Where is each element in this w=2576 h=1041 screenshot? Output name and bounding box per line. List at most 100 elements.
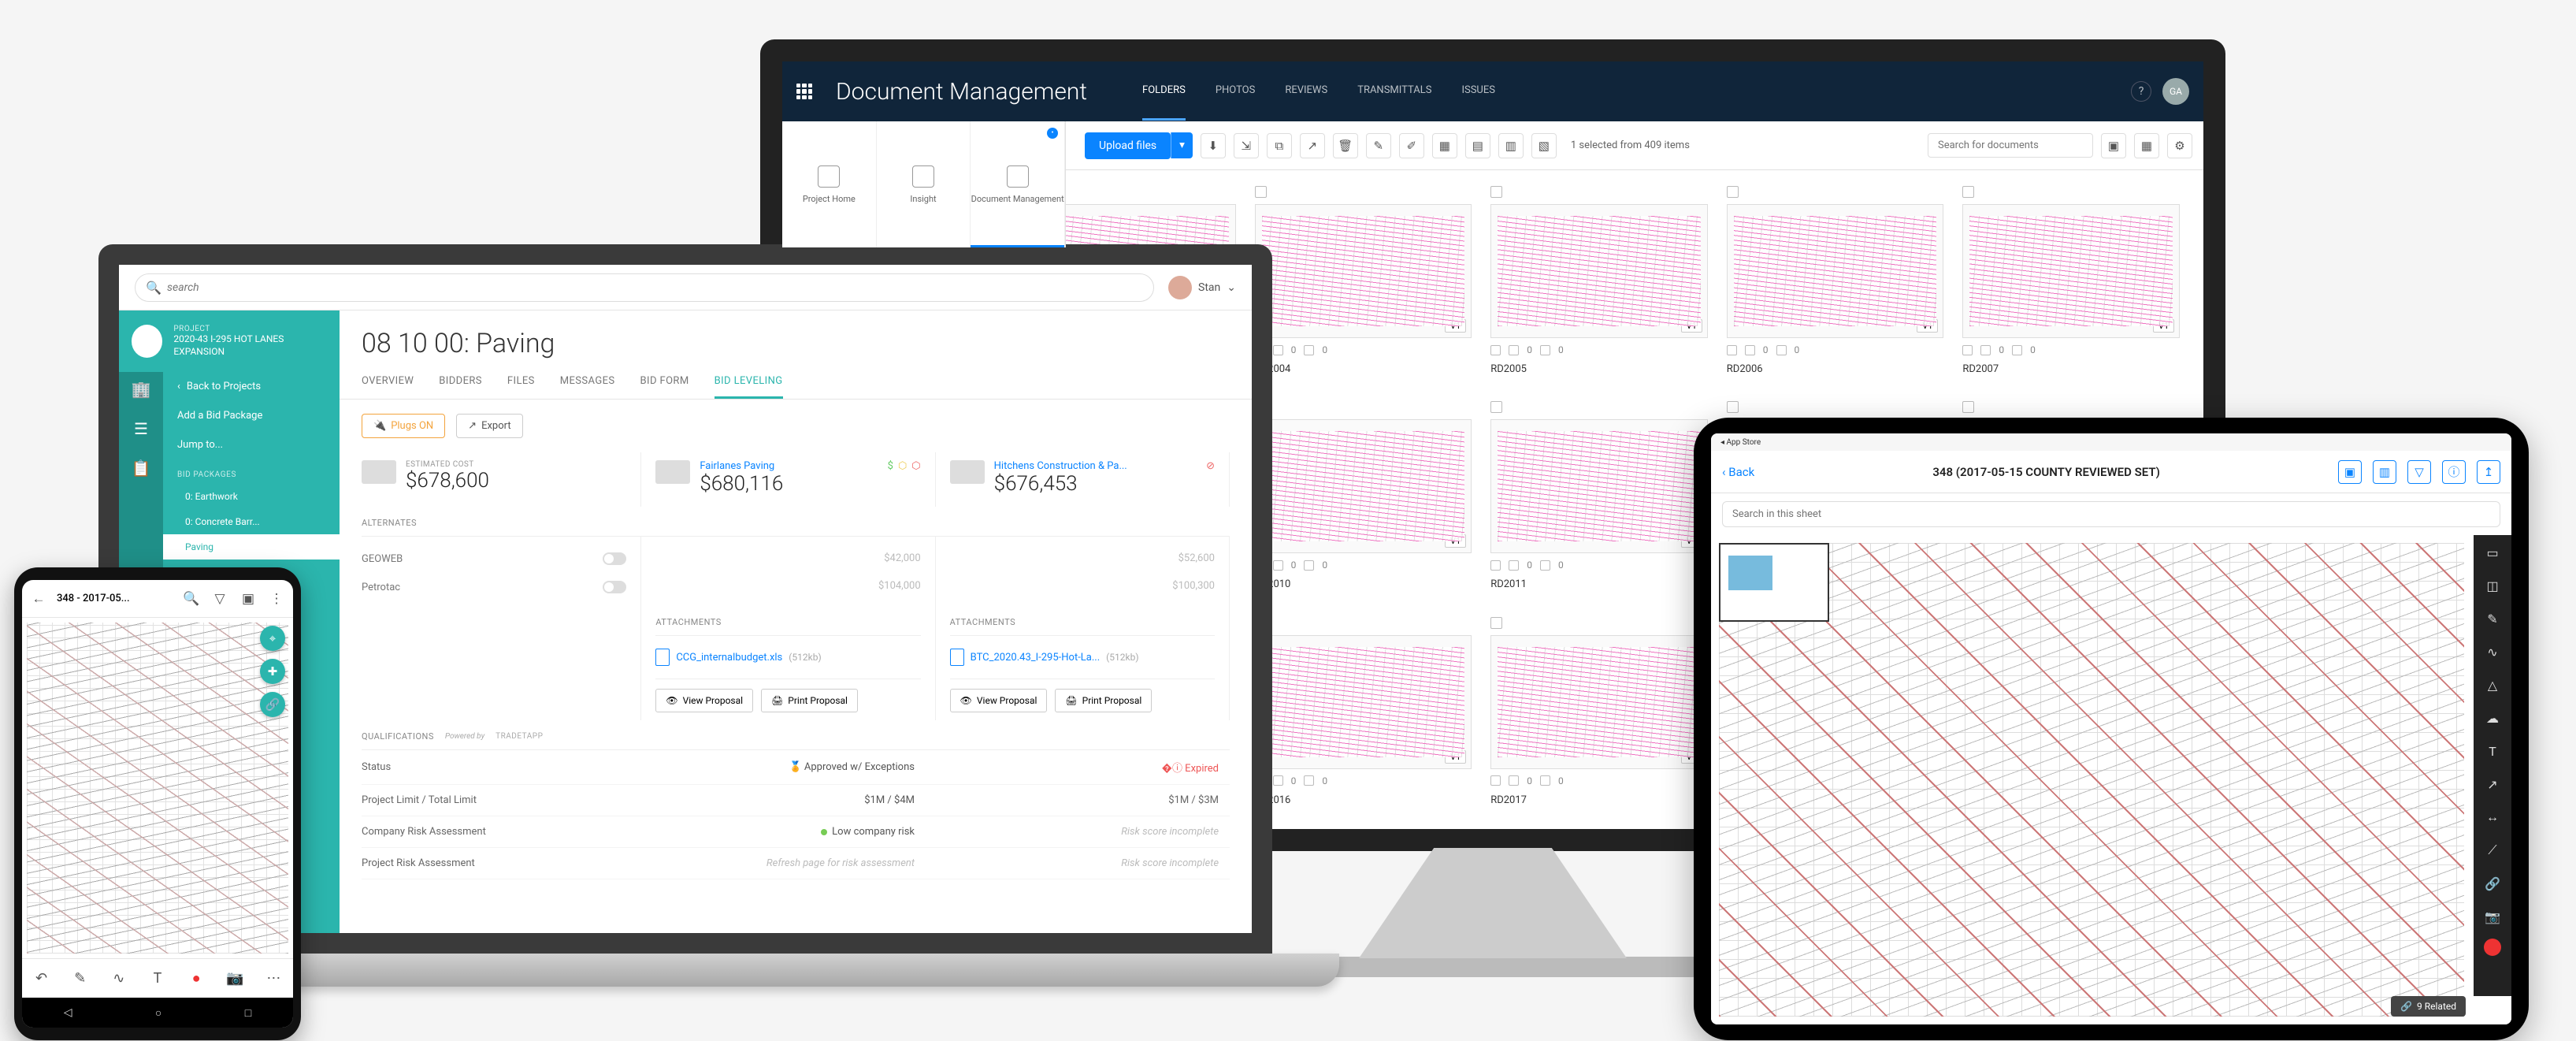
record-tool-icon[interactable] <box>2484 939 2501 956</box>
nav-insight[interactable]: Insight <box>877 121 971 247</box>
nav-project-home[interactable]: Project Home <box>782 121 877 247</box>
export-button[interactable]: ↗Export <box>456 414 522 438</box>
user-menu[interactable]: Stan ⌄ <box>1168 276 1236 299</box>
ruler-tool-icon[interactable]: ⟋ <box>2481 839 2504 861</box>
nav-recent-icon[interactable]: □ <box>245 1006 251 1020</box>
grid-view-icon[interactable]: ▦ <box>2134 133 2159 158</box>
checkbox[interactable] <box>1490 186 1502 198</box>
bid-tab[interactable]: BIDDERS <box>439 366 482 399</box>
layers-icon[interactable]: ▣ <box>238 589 258 609</box>
link-tool-icon[interactable]: 🔗 <box>2481 872 2504 894</box>
related-button[interactable]: 🔗9 Related <box>2391 996 2466 1017</box>
user-avatar[interactable]: GA <box>2162 78 2189 105</box>
bid-tab[interactable]: MESSAGES <box>560 366 615 399</box>
more-tools-icon[interactable]: ⋯ <box>262 968 284 990</box>
filter-icon[interactable]: ▽ <box>2407 460 2431 484</box>
document-thumbnail[interactable]: V1 <box>1727 204 1944 338</box>
document-thumbnail[interactable]: V1 <box>1490 204 1708 338</box>
document-thumbnail[interactable]: V1 <box>1962 204 2180 338</box>
text-icon[interactable]: T <box>147 968 169 990</box>
print-proposal-button[interactable]: 🖨Print Proposal <box>1055 689 1152 712</box>
view-proposal-button[interactable]: 👁View Proposal <box>655 689 753 712</box>
bid-tab[interactable]: OVERVIEW <box>362 366 414 399</box>
sidebar-package-item[interactable]: 0: Earthwork <box>163 484 340 509</box>
nav-back-icon[interactable]: ◁ <box>64 1006 72 1019</box>
document-card[interactable]: V100RD2006 <box>1727 186 1944 382</box>
checkbox[interactable] <box>1255 186 1267 198</box>
highlight-icon[interactable]: ∿ <box>108 968 130 990</box>
checkbox[interactable] <box>1490 617 1502 629</box>
camera-icon[interactable]: 📷 <box>224 968 246 990</box>
settings-icon[interactable]: ⚙ <box>2167 133 2192 158</box>
minimap[interactable] <box>1719 543 1829 622</box>
link-fab[interactable]: 🔗 <box>260 692 285 717</box>
more-icon[interactable]: ⋮ <box>266 589 287 609</box>
move-icon[interactable]: ⇲ <box>1234 133 1259 158</box>
version-icon[interactable]: ▥ <box>1498 133 1524 158</box>
apps-grid-icon[interactable] <box>796 84 812 99</box>
back-button[interactable]: ‹ Back <box>1722 465 1754 479</box>
tab-reviews[interactable]: REVIEWS <box>1285 62 1327 121</box>
pen-tool-icon[interactable]: ✎ <box>2481 608 2504 630</box>
back-icon[interactable]: ← <box>28 589 49 609</box>
back-to-projects[interactable]: ‹Back to Projects <box>163 372 340 401</box>
edit-icon[interactable]: ✎ <box>1366 133 1391 158</box>
document-thumbnail[interactable]: V1 <box>1490 635 1708 769</box>
link-icon[interactable]: ▤ <box>1465 133 1490 158</box>
nav-home-icon[interactable]: ○ <box>155 1006 161 1020</box>
checkbox[interactable] <box>1727 401 1739 413</box>
lock-icon[interactable]: ▦ <box>1432 133 1457 158</box>
tab-folders[interactable]: FOLDERS <box>1142 62 1186 121</box>
tab-photos[interactable]: PHOTOS <box>1216 62 1256 121</box>
search-icon[interactable]: 🔍 <box>181 589 202 609</box>
document-card[interactable]: V100RD2011 <box>1490 401 1708 597</box>
sidebar-package-item[interactable]: 0: Concrete Barr... <box>163 509 340 534</box>
add-bid-package[interactable]: Add a Bid Package <box>163 401 340 430</box>
bidder-name[interactable]: Fairlanes Paving <box>700 460 783 472</box>
plugs-toggle[interactable]: 🔌Plugs ON <box>362 414 445 438</box>
attachment-file[interactable]: BTC_2020.43_I-295-Hot-La...(512kb) <box>950 645 1215 669</box>
jump-to[interactable]: Jump to... <box>163 430 340 459</box>
toggle[interactable] <box>603 581 626 593</box>
camera-tool-icon[interactable]: 📷 <box>2481 905 2504 928</box>
set-icon[interactable]: ▧ <box>1531 133 1557 158</box>
copy-icon[interactable]: ⧉ <box>1267 133 1292 158</box>
text-tool-icon[interactable]: T <box>2481 740 2504 762</box>
info-icon[interactable]: ⓘ <box>2442 460 2466 484</box>
arrow-tool-icon[interactable]: ↗ <box>2481 773 2504 795</box>
document-card[interactable]: V100RD2017 <box>1490 617 1708 813</box>
share-icon[interactable]: ↥ <box>2477 460 2500 484</box>
rename-icon[interactable]: ✐ <box>1399 133 1424 158</box>
checkbox[interactable] <box>1727 186 1739 198</box>
layers-icon[interactable]: ▣ <box>2338 460 2362 484</box>
toggle[interactable] <box>603 552 626 565</box>
record-icon[interactable]: ● <box>185 968 207 990</box>
global-search-input[interactable] <box>135 273 1154 302</box>
multiselect-tool-icon[interactable]: ◫ <box>2481 574 2504 597</box>
print-proposal-button[interactable]: 🖨Print Proposal <box>761 689 858 712</box>
checkbox[interactable] <box>1962 186 1974 198</box>
sheets-icon[interactable]: ▥ <box>2373 460 2396 484</box>
measure-tool-icon[interactable]: ↔ <box>2481 806 2504 828</box>
document-thumbnail[interactable]: V1 <box>1490 419 1708 553</box>
upload-dropdown[interactable]: ▾ <box>1171 132 1193 158</box>
locate-fab[interactable]: ⌖ <box>260 626 285 651</box>
drawing-canvas[interactable]: ▭ ◫ ✎ ∿ △ ☁ T ↗ ↔ ⟋ 🔗 📷 🔗9 Related <box>1711 535 2511 1024</box>
calendar-icon[interactable]: ▣ <box>2101 133 2126 158</box>
pen-icon[interactable]: ✎ <box>69 968 91 990</box>
tab-transmittals[interactable]: TRANSMITTALS <box>1357 62 1431 121</box>
delete-icon[interactable]: 🗑 <box>1333 133 1358 158</box>
shape-tool-icon[interactable]: △ <box>2481 674 2504 696</box>
bidder-name[interactable]: Hitchens Construction & Pa... <box>994 460 1127 472</box>
undo-icon[interactable]: ↶ <box>31 968 53 990</box>
search-input[interactable] <box>1928 133 2093 158</box>
drawing-canvas[interactable]: ⌖ ✚ 🔗 <box>22 618 293 958</box>
building-icon[interactable]: 🏢 <box>132 380 151 399</box>
cloud-tool-icon[interactable]: ☁ <box>2481 707 2504 729</box>
share-icon[interactable]: ↗ <box>1300 133 1325 158</box>
view-proposal-button[interactable]: 👁View Proposal <box>950 689 1048 712</box>
checkbox[interactable] <box>1962 401 1974 413</box>
filter-icon[interactable]: ▽ <box>210 589 230 609</box>
clipboard-icon[interactable]: 📋 <box>132 459 151 478</box>
upload-button[interactable]: Upload files <box>1085 132 1171 159</box>
